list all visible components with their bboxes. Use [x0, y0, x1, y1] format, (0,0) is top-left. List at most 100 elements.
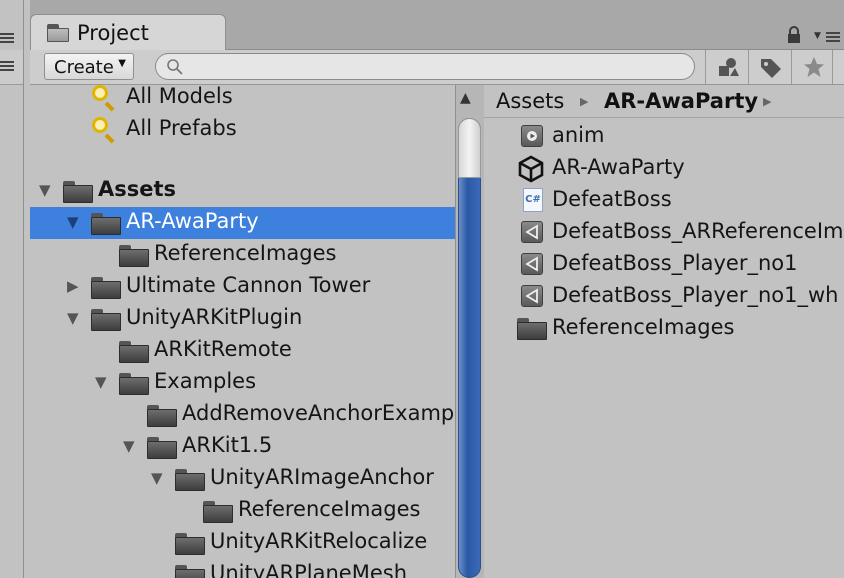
folder-icon: [63, 181, 93, 203]
tree-item-label: Examples: [154, 369, 257, 393]
csharp-script-icon: C#: [523, 188, 543, 212]
tree-item-label: ReferenceImages: [154, 241, 337, 265]
asset-item[interactable]: anim: [484, 121, 844, 153]
scrollbar-thumb[interactable]: [458, 118, 481, 578]
tree-item-examples[interactable]: ▼ Examples: [30, 367, 455, 399]
tree-item-label: UnityARImageAnchor: [210, 465, 434, 489]
unity-asset-icon: [521, 253, 543, 275]
expand-triangle-icon[interactable]: ▼: [67, 309, 79, 327]
search-favorite-icon: [92, 117, 118, 144]
folder-icon: [147, 405, 177, 427]
asset-item-label: DefeatBoss_Player_no1: [552, 251, 798, 275]
favorite-item[interactable]: All Models: [30, 85, 455, 114]
filter-by-label-button[interactable]: [748, 50, 790, 84]
asset-item-label: anim: [552, 123, 605, 147]
unity-asset-icon: [521, 221, 543, 243]
collapse-triangle-icon[interactable]: ▶: [67, 277, 79, 295]
tree-item-arkit15[interactable]: ▼ ARKit1.5: [30, 431, 455, 463]
star-icon: [804, 57, 824, 77]
breadcrumb-separator-icon: ▶: [580, 95, 589, 108]
asset-item[interactable]: C# DefeatBoss: [484, 185, 844, 217]
tree-item-unityarimageanchor[interactable]: ▼ UnityARImageAnchor: [30, 463, 455, 495]
animation-clip-icon: [521, 125, 543, 147]
tree-item-label: AddRemoveAnchorExamp: [182, 401, 455, 425]
tree-item-label: ARKitRemote: [154, 337, 292, 361]
unity-asset-icon: [521, 285, 543, 307]
panel-menu-icon[interactable]: [0, 61, 14, 71]
asset-item[interactable]: AR-AwaParty: [484, 153, 844, 185]
favorite-item[interactable]: All Prefabs: [30, 114, 455, 146]
scroll-up-arrow-icon[interactable]: ▲: [460, 90, 471, 106]
tree-item-label: Assets: [98, 177, 177, 201]
tree-item-unityarkitrelocalize[interactable]: UnityARKitRelocalize: [30, 527, 455, 559]
filter-by-type-icon: [719, 58, 739, 76]
tree-item-unityarkitplugin[interactable]: ▼ UnityARKitPlugin: [30, 303, 455, 335]
lock-icon[interactable]: [786, 26, 802, 44]
folder-icon: [175, 533, 205, 555]
tree-item-label: ARKit1.5: [182, 433, 273, 457]
tag-icon: [761, 59, 781, 78]
asset-item-label: DefeatBoss_ARReferenceIm: [552, 219, 844, 243]
folder-icon: [175, 469, 205, 491]
asset-item-label: ReferenceImages: [552, 315, 735, 339]
filter-by-type-button[interactable]: [705, 50, 747, 84]
folder-icon: [91, 213, 121, 235]
asset-item-label: DefeatBoss_Player_no1_wh: [552, 283, 839, 307]
asset-item-label: DefeatBoss: [552, 187, 672, 211]
asset-item[interactable]: DefeatBoss_Player_no1: [484, 249, 844, 281]
expand-triangle-icon[interactable]: ▼: [151, 469, 163, 487]
folder-icon: [147, 437, 177, 459]
favorite-label: All Models: [126, 85, 233, 108]
tree-item-referenceimages[interactable]: ReferenceImages: [30, 239, 455, 271]
tree-item-ultimate-cannon-tower[interactable]: ▶ Ultimate Cannon Tower: [30, 271, 455, 303]
unity-scene-icon: [518, 155, 544, 183]
search-favorite-icon: [92, 85, 118, 112]
folder-icon: [175, 565, 205, 578]
search-icon: [167, 59, 183, 75]
tree-item-addremoveanchorexample[interactable]: AddRemoveAnchorExamp: [30, 399, 455, 431]
breadcrumb-assets[interactable]: Assets: [496, 89, 564, 113]
expand-triangle-icon[interactable]: ▼: [39, 181, 51, 199]
search-input[interactable]: [190, 56, 674, 78]
left-panel-toolbar: [0, 50, 24, 85]
folder-icon: [119, 245, 149, 267]
folder-icon: [91, 277, 121, 299]
asset-item[interactable]: ReferenceImages: [484, 313, 844, 345]
folder-icon: [517, 318, 547, 340]
asset-item[interactable]: DefeatBoss_Player_no1_wh: [484, 281, 844, 313]
asset-item[interactable]: DefeatBoss_ARReferenceIm: [484, 217, 844, 249]
left-panel-edge: [0, 0, 24, 578]
tree-item-label: Ultimate Cannon Tower: [126, 273, 371, 297]
panel-menu-icon[interactable]: ▼: [814, 30, 844, 44]
expand-triangle-icon[interactable]: ▼: [95, 373, 107, 391]
tree-item-label: UnityARKitRelocalize: [210, 529, 428, 553]
tab-project[interactable]: Project: [30, 14, 226, 51]
tree-item-ar-awaparty[interactable]: ▼ AR-AwaParty: [30, 207, 455, 239]
tree-item-label: AR-AwaParty: [126, 209, 259, 233]
folder-tree[interactable]: All Models All Prefabs ▼ Assets ▼ AR-Awa…: [30, 85, 455, 578]
favorite-label: All Prefabs: [126, 116, 237, 140]
expand-triangle-icon[interactable]: ▼: [67, 213, 79, 231]
tree-item-label: ReferenceImages: [238, 497, 421, 521]
create-button[interactable]: Create ▼: [44, 53, 134, 80]
breadcrumb: Assets ▶ AR-AwaParty ▶: [484, 85, 844, 118]
breadcrumb-current[interactable]: AR-AwaParty: [604, 89, 758, 113]
tree-item-unityarplanemesh[interactable]: UnityARPlaneMesh: [30, 559, 455, 578]
search-field[interactable]: [155, 53, 695, 80]
folder-icon: [47, 24, 69, 42]
chevron-down-icon: ▼: [118, 58, 126, 69]
breadcrumb-separator-icon: ▶: [763, 95, 772, 108]
tree-item-assets[interactable]: ▼ Assets: [30, 175, 455, 207]
tab-title: Project: [77, 21, 149, 45]
favorites-button[interactable]: [791, 50, 833, 84]
folder-icon: [91, 309, 121, 331]
create-button-label: Create: [54, 57, 114, 78]
tree-item-arkitremote[interactable]: ARKitRemote: [30, 335, 455, 367]
folder-icon: [119, 373, 149, 395]
panel-menu-icon[interactable]: [0, 33, 14, 43]
tree-item-referenceimages-nested[interactable]: ReferenceImages: [30, 495, 455, 527]
tree-item-label: UnityARPlaneMesh: [210, 561, 408, 578]
expand-triangle-icon[interactable]: ▼: [123, 437, 135, 455]
tree-item-label: UnityARKitPlugin: [126, 305, 303, 329]
folder-icon: [203, 501, 233, 523]
